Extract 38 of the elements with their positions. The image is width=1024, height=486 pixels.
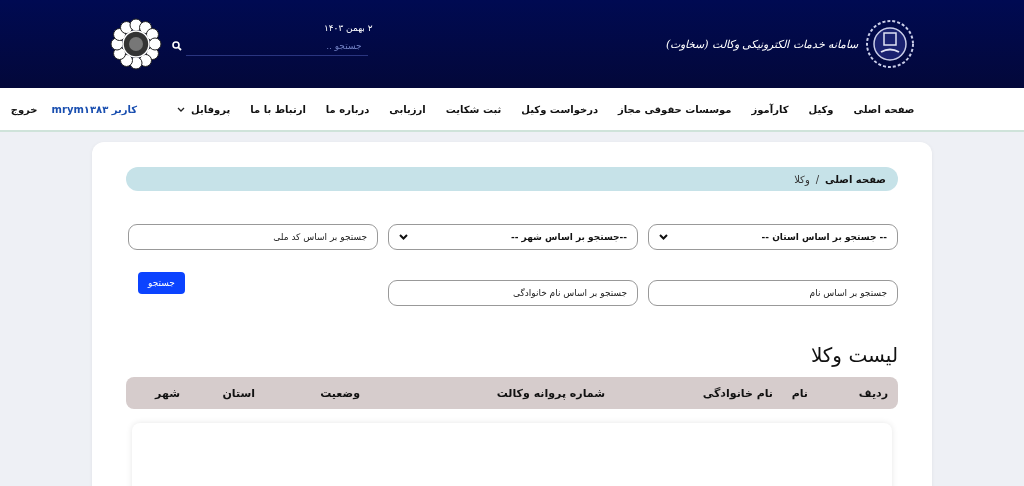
caret-icon bbox=[177, 106, 186, 112]
column-header: استان bbox=[221, 386, 255, 400]
nav-link[interactable]: کارآموز bbox=[751, 103, 789, 115]
column-header: شماره پروانه وکالت bbox=[495, 386, 605, 400]
column-header: وضعیت bbox=[319, 386, 360, 400]
nav-link[interactable]: ارتباط با ما bbox=[250, 103, 306, 115]
column-header: نام خانوادگی bbox=[701, 386, 773, 400]
dropdown-select[interactable]: --جستجو بر اساس شهر -- bbox=[388, 224, 638, 250]
site-title: سامانه خدمات الکترونیکی وکالت (سخاوت) bbox=[665, 37, 859, 51]
nav-link[interactable]: ثبت شکایت bbox=[445, 103, 502, 115]
nav-link[interactable]: موسسات حقوقی مجاز bbox=[618, 103, 732, 115]
date-text: ۲ بهمن ۱۴۰۳ bbox=[323, 22, 373, 33]
breadcrumb-link[interactable]: صفحه اصلی bbox=[825, 173, 886, 185]
nav-link[interactable]: درخواست وکیل bbox=[521, 103, 599, 115]
search-input-field[interactable]: جستجو بر اساس نام bbox=[648, 280, 898, 306]
chevron-icon bbox=[399, 234, 408, 240]
search-icon bbox=[171, 41, 182, 51]
chevron-icon bbox=[659, 234, 668, 240]
breadcrumb-separator: / bbox=[815, 173, 820, 185]
breadcrumb-link[interactable]: وکلا bbox=[794, 173, 810, 185]
column-header: ردیف bbox=[857, 386, 888, 400]
search-input-field[interactable]: جستجو بر اساس کد ملی bbox=[128, 224, 378, 250]
column-header: نام bbox=[790, 386, 808, 400]
search-button[interactable]: جستجو bbox=[138, 272, 185, 294]
profile-menu[interactable]: پروفایل bbox=[177, 103, 231, 115]
nav-link[interactable]: صفحه اصلی bbox=[853, 103, 915, 115]
list-title: لیست وکلا bbox=[809, 343, 898, 367]
nav-link[interactable]: وکیل bbox=[808, 103, 834, 115]
column-header: شهر bbox=[153, 386, 180, 400]
nav-link[interactable]: درباره ما bbox=[325, 103, 370, 115]
emblem-logo-icon bbox=[864, 19, 915, 69]
nav-link[interactable]: ارزیابی bbox=[389, 103, 426, 115]
search-field[interactable]: جستجو .. bbox=[185, 36, 368, 56]
seal-logo-icon bbox=[109, 18, 162, 70]
user-link[interactable]: کاربر mrym۱۳۸۳ bbox=[51, 103, 138, 115]
search-input-field[interactable]: جستجو بر اساس نام خانوادگی bbox=[388, 280, 638, 306]
dropdown-select[interactable]: -- جستجو بر اساس استان -- bbox=[648, 224, 898, 250]
logout-link[interactable]: خروج bbox=[10, 103, 38, 115]
